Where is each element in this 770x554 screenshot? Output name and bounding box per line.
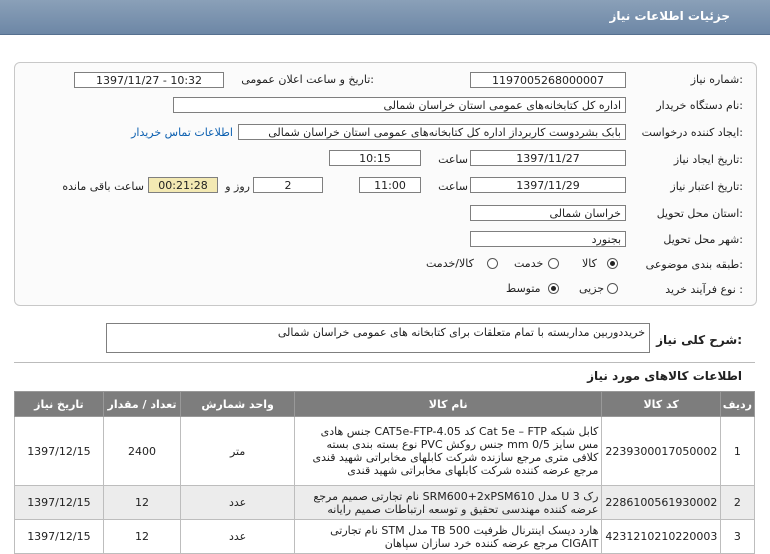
cell-qty: 2400 bbox=[102, 416, 182, 486]
cell-date: 1397/12/15 bbox=[14, 416, 104, 486]
delivery-province-label: استان محل تحویل: bbox=[656, 207, 743, 220]
cell-qty: 12 bbox=[102, 485, 182, 520]
cell-unit: متر bbox=[180, 416, 296, 486]
validity-date-field: 1397/11/29 bbox=[470, 177, 626, 193]
process-type-label: نوع فرآیند خرید : bbox=[665, 283, 743, 296]
created-time-label: ساعت bbox=[438, 153, 468, 166]
validity-date-label: تاریخ اعتبار نیاز: bbox=[670, 180, 743, 193]
category-goods-radio[interactable] bbox=[607, 258, 618, 269]
need-number-label: شماره نیاز: bbox=[690, 73, 743, 86]
requester-label: ایجاد کننده درخواست: bbox=[641, 126, 743, 139]
general-description-label: شرح کلی نیاز: bbox=[656, 333, 742, 347]
created-date-field: 1397/11/27 bbox=[470, 150, 626, 166]
items-table: تاریخ نیاز تعداد / مقدار واحد شمارش نام … bbox=[14, 391, 756, 554]
items-table-header: تاریخ نیاز تعداد / مقدار واحد شمارش نام … bbox=[14, 391, 756, 417]
header-code: کد کالا bbox=[601, 391, 721, 417]
process-minor-label: جزیی bbox=[579, 282, 605, 295]
cell-row: 1 bbox=[719, 416, 756, 486]
title-bar: جزئیات اطلاعات نیاز bbox=[0, 0, 770, 35]
need-number-field: 1197005268000007 bbox=[470, 72, 626, 88]
category-goods-service-radio[interactable] bbox=[487, 258, 498, 269]
category-label: طبقه بندی موضوعی: bbox=[645, 258, 743, 271]
header-name: نام کالا bbox=[294, 391, 603, 417]
remaining-time-field: 00:21:28 bbox=[148, 177, 218, 193]
announce-datetime-field: 1397/11/27 - 10:32 bbox=[74, 72, 224, 88]
process-medium-label: متوسط bbox=[506, 282, 541, 295]
category-goods-service-label: کالا/خدمت bbox=[426, 257, 474, 270]
items-section-title: اطلاعات کالاهای مورد نیاز bbox=[587, 369, 742, 383]
cell-unit: عدد bbox=[180, 519, 296, 554]
cell-date: 1397/12/15 bbox=[14, 485, 104, 520]
window-title: جزئیات اطلاعات نیاز bbox=[609, 9, 730, 23]
days-label: روز و bbox=[225, 180, 250, 193]
table-row[interactable]: 1397/12/15 12 عدد هارد دیسک اینترنال ظرف… bbox=[14, 519, 756, 554]
validity-time-label: ساعت bbox=[438, 180, 468, 193]
table-row[interactable]: 1397/12/15 2400 متر کابل شبکه Cat 5e – F… bbox=[14, 416, 756, 486]
category-service-label: خدمت bbox=[514, 257, 544, 270]
general-description-field: خریددوربین مداربسته با تمام متعلقات برای… bbox=[106, 323, 650, 353]
cell-name: هارد دیسک اینترنال ظرفیت TB 500 مدل STM … bbox=[294, 519, 603, 554]
delivery-province-field: خراسان شمالی bbox=[470, 205, 626, 221]
buyer-org-label: نام دستگاه خریدار: bbox=[656, 99, 743, 112]
delivery-city-label: شهر محل تحویل: bbox=[663, 233, 743, 246]
buyer-contact-link[interactable]: اطلاعات تماس خریدار bbox=[131, 126, 233, 139]
cell-name: کابل شبکه Cat 5e – FTP کد CAT5e-FTP-4.05… bbox=[294, 416, 603, 486]
validity-time-field: 11:00 bbox=[359, 177, 421, 193]
remaining-days-field: 2 bbox=[253, 177, 323, 193]
cell-row: 2 bbox=[719, 485, 756, 520]
requester-field: بابک بشردوست کاربرداز اداره کل کتابخانه‌… bbox=[238, 124, 626, 140]
cell-unit: عدد bbox=[180, 485, 296, 520]
buyer-org-field: اداره کل کتابخانه‌های عمومی استان خراسان… bbox=[173, 97, 626, 113]
category-service-radio[interactable] bbox=[548, 258, 559, 269]
process-minor-radio[interactable] bbox=[607, 283, 618, 294]
announce-datetime-label: تاریخ و ساعت اعلان عمومی: bbox=[241, 73, 374, 86]
delivery-city-field: بجنورد bbox=[470, 231, 626, 247]
cell-code: 2239300017050002 bbox=[601, 416, 721, 486]
cell-date: 1397/12/15 bbox=[14, 519, 104, 554]
created-time-field: 10:15 bbox=[329, 150, 421, 166]
created-date-label: تاریخ ایجاد نیاز: bbox=[673, 153, 743, 166]
cell-row: 3 bbox=[719, 519, 756, 554]
remaining-time-label: ساعت باقی مانده bbox=[62, 180, 144, 193]
category-goods-label: کالا bbox=[582, 257, 597, 270]
header-date: تاریخ نیاز bbox=[14, 391, 104, 417]
process-medium-radio[interactable] bbox=[548, 283, 559, 294]
cell-name: رک 3 U مدل SRM600+2xPSM610 نام تجارتی صم… bbox=[294, 485, 603, 520]
cell-qty: 12 bbox=[102, 519, 182, 554]
cell-code: 2286100561930002 bbox=[601, 485, 721, 520]
header-row: ردیف bbox=[719, 391, 756, 417]
table-row[interactable]: 1397/12/15 12 عدد رک 3 U مدل SRM600+2xPS… bbox=[14, 485, 756, 520]
header-unit: واحد شمارش bbox=[180, 391, 296, 417]
header-qty: تعداد / مقدار bbox=[102, 391, 182, 417]
section-divider bbox=[14, 362, 755, 363]
cell-code: 4231210210220003 bbox=[601, 519, 721, 554]
